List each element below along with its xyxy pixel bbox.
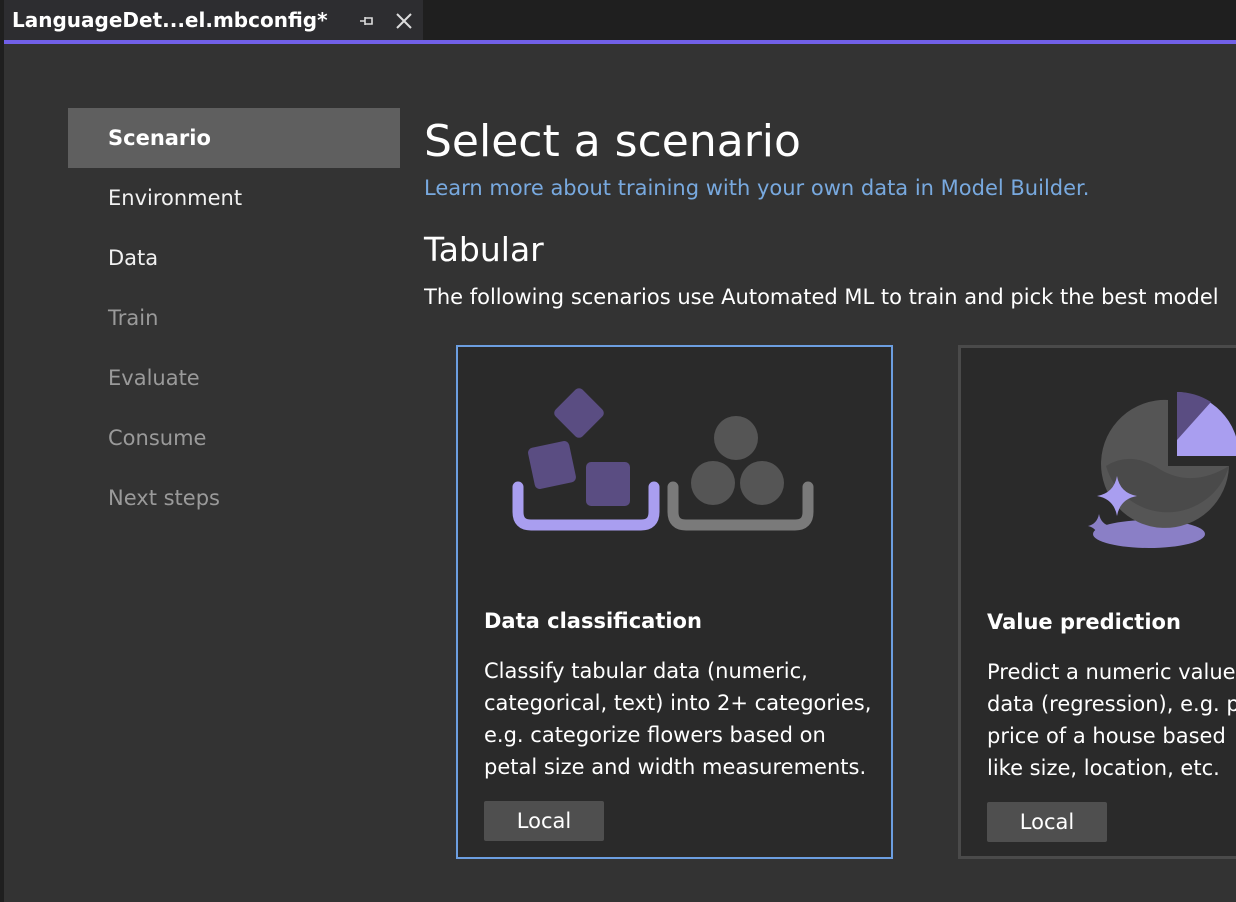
tab-accent-line	[4, 40, 1236, 44]
document-tab-strip: LanguageDet...el.mbconfig*	[0, 0, 1236, 44]
diamond-shape	[554, 388, 604, 438]
nav-item-next-steps: Next steps	[108, 486, 220, 510]
card-description-line: e.g. categorize flowers based on	[484, 723, 826, 747]
page-title: Select a scenario	[424, 116, 801, 167]
close-icon[interactable]	[394, 11, 414, 31]
nav-item-environment[interactable]: Environment	[68, 168, 400, 228]
card-description: Classify tabular data (numeric, categori…	[484, 655, 884, 783]
card-description-line: like size, location, etc.	[987, 756, 1220, 780]
card-description-line: categorical, text) into 2+ categories,	[484, 691, 872, 715]
tilted-square-shape	[528, 441, 576, 489]
nav-item-data[interactable]: Data	[68, 228, 400, 288]
card-title: Value prediction	[987, 610, 1181, 634]
card-description-line: petal size and width measurements.	[484, 755, 867, 779]
card-title: Data classification	[484, 609, 702, 633]
window-edge	[0, 44, 4, 902]
card-description-line: price of a house based	[987, 724, 1226, 748]
step-navigation: Scenario Environment Data Train Evaluate…	[68, 108, 400, 528]
nav-item-scenario[interactable]: Scenario	[68, 108, 400, 168]
card-description-line: Predict a numeric value	[987, 660, 1236, 684]
scenario-card-value-prediction[interactable]: Value prediction Predict a numeric value…	[958, 345, 1236, 859]
pin-icon[interactable]	[358, 12, 376, 30]
right-circle	[740, 461, 784, 505]
scenario-card-data-classification[interactable]: Data classification Classify tabular dat…	[456, 345, 893, 859]
nav-item-train: Train	[108, 306, 159, 330]
section-description: The following scenarios use Automated ML…	[424, 285, 1219, 309]
tab-title: LanguageDet...el.mbconfig*	[12, 8, 328, 32]
value-prediction-illustration	[1088, 392, 1236, 548]
learn-more-link[interactable]: Learn more about training with your own …	[424, 176, 1089, 200]
top-circle	[714, 416, 758, 460]
card-description: Predict a numeric value data (regression…	[987, 656, 1236, 784]
card-description-line: Classify tabular data (numeric,	[484, 659, 808, 683]
local-button[interactable]: Local	[484, 801, 604, 841]
card-description-line: data (regression), e.g. pr	[987, 692, 1236, 716]
gray-tray	[667, 481, 814, 531]
local-button[interactable]: Local	[987, 802, 1107, 842]
left-circle	[691, 461, 735, 505]
nav-item-consume: Consume	[108, 426, 207, 450]
nav-item-evaluate: Evaluate	[108, 366, 200, 390]
square-shape	[586, 462, 630, 506]
data-classification-illustration	[512, 388, 814, 531]
section-title: Tabular	[424, 230, 544, 269]
document-tab[interactable]: LanguageDet...el.mbconfig*	[4, 0, 423, 40]
